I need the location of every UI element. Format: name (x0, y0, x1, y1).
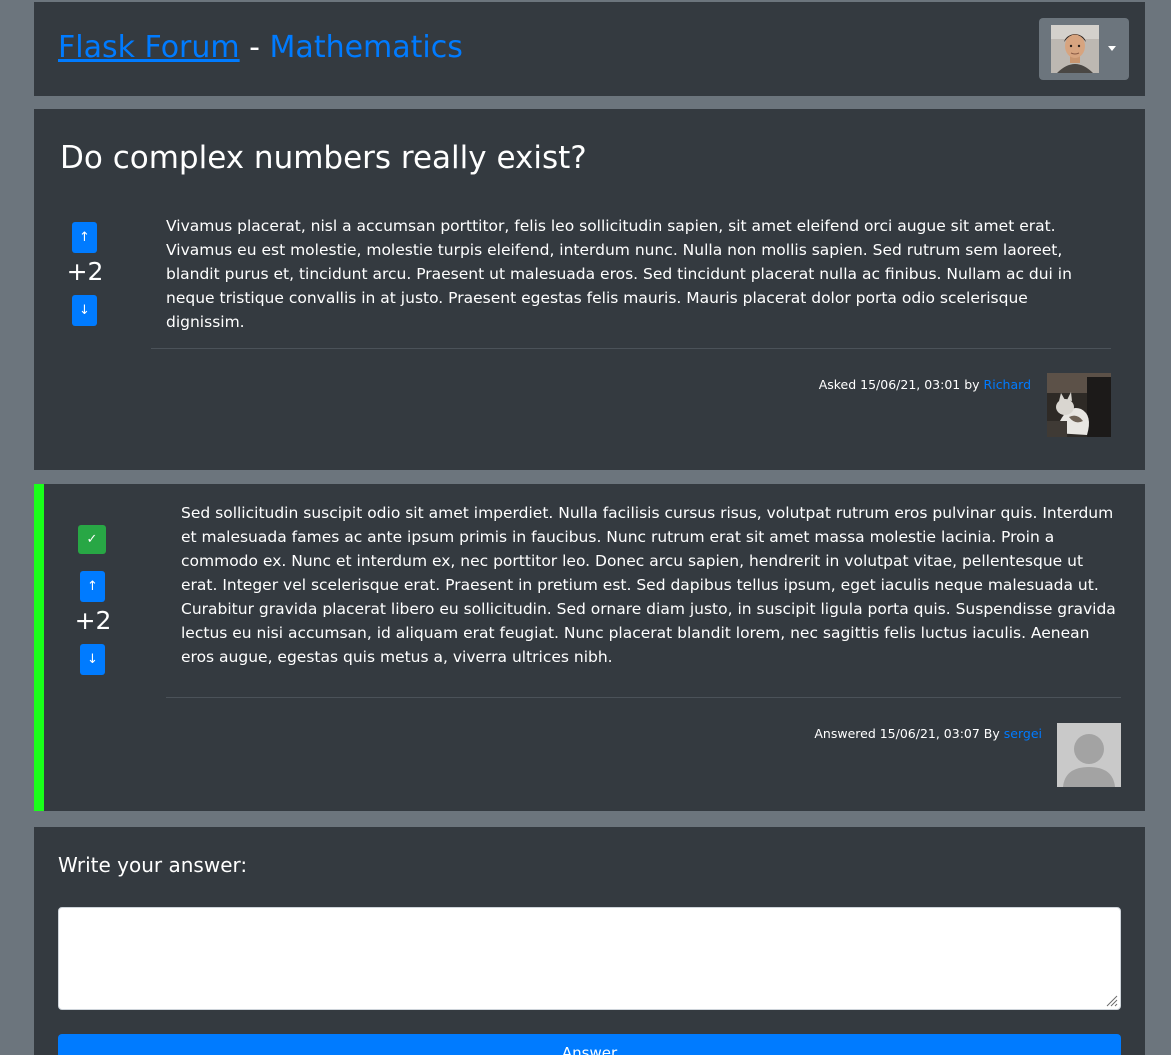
question-upvote-button[interactable]: ↑ (72, 222, 97, 253)
page-title: Flask Forum - Mathematics (58, 28, 463, 68)
subforum-name: Mathematics (269, 30, 463, 65)
answer-card: ✓ ↑ +2 ↓ Sed sollicitudin suscipit odio … (34, 484, 1145, 811)
question-downvote-button[interactable]: ↓ (72, 295, 97, 326)
caret-down-icon (1108, 46, 1116, 51)
answer-textarea[interactable] (58, 907, 1121, 1010)
resize-grip-icon[interactable] (1106, 995, 1118, 1007)
asked-timestamp: Asked 15/06/21, 03:01 by (818, 377, 984, 392)
answer-downvote-button[interactable]: ↓ (80, 644, 105, 675)
avatar (1047, 373, 1111, 437)
accepted-check-icon: ✓ (78, 525, 106, 554)
user-menu-button[interactable] (1039, 18, 1129, 80)
answer-body: Sed sollicitudin suscipit odio sit amet … (181, 504, 1116, 666)
question-title: Do complex numbers really exist? (60, 140, 587, 176)
question-score: +2 (66, 257, 104, 286)
avatar (1051, 25, 1099, 73)
avatar (1057, 723, 1121, 787)
answer-score: +2 (74, 606, 112, 635)
navbar: Flask Forum - Mathematics (34, 2, 1145, 96)
answered-timestamp: Answered 15/06/21, 03:07 By (814, 726, 1004, 741)
divider (151, 348, 1111, 349)
question-meta: Asked 15/06/21, 03:01 by Richard (819, 377, 1031, 393)
divider (166, 697, 1121, 698)
answer-meta: Answered 15/06/21, 03:07 By sergei (814, 726, 1042, 742)
question-card: Do complex numbers really exist? ↑ +2 ↓ … (34, 109, 1145, 470)
brand-link[interactable]: Flask Forum (58, 30, 240, 65)
answer-submit-button[interactable]: Answer (58, 1034, 1121, 1055)
author-link[interactable]: sergei (1004, 726, 1042, 741)
answer-form: Write your answer: Answer (34, 827, 1145, 1055)
answer-upvote-button[interactable]: ↑ (80, 571, 105, 602)
question-body: Vivamus placerat, nisl a accumsan portti… (166, 217, 1072, 331)
title-separator: - (239, 30, 270, 65)
answer-form-label: Write your answer: (58, 853, 248, 877)
author-link[interactable]: Richard (984, 377, 1031, 392)
